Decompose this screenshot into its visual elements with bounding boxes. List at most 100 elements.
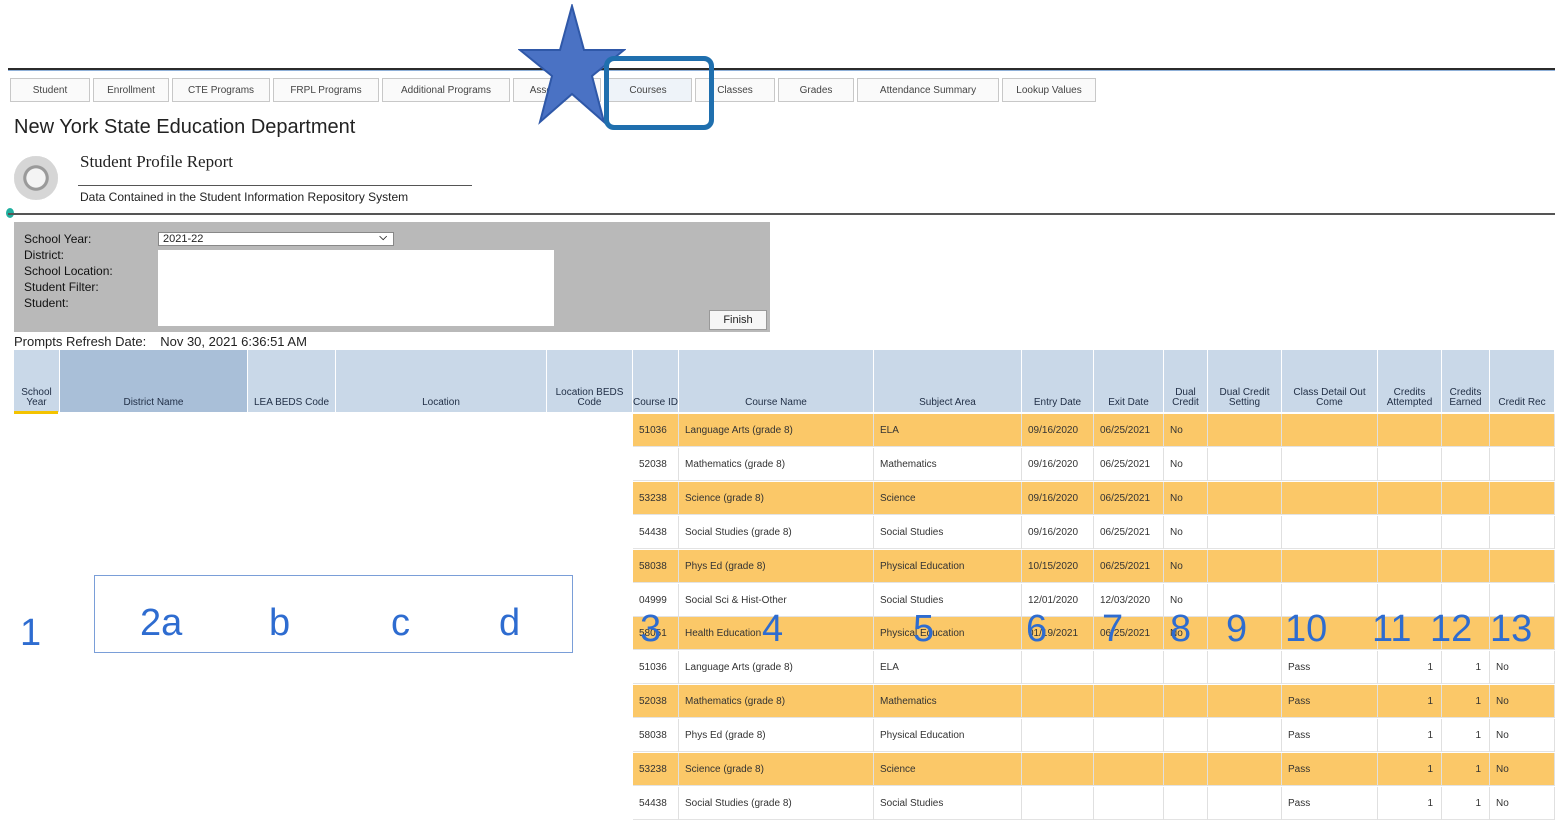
cell-credit-rec bbox=[1490, 515, 1555, 549]
cell-course-name: Language Arts (grade 8) bbox=[679, 414, 874, 447]
col-credits-attempted[interactable]: Credits Attempted bbox=[1378, 350, 1442, 412]
district-label: District: bbox=[24, 248, 64, 262]
cell-dual-credit: No bbox=[1164, 481, 1208, 515]
table-row[interactable]: 53238 Science (grade 8) Science Pass 1 1 No bbox=[633, 753, 1555, 786]
section-divider bbox=[8, 213, 1555, 215]
col-credits-earned[interactable]: Credits Earned bbox=[1442, 350, 1490, 412]
school-year-label: School Year: bbox=[24, 232, 92, 246]
tab-cte-programs[interactable]: CTE Programs bbox=[172, 78, 270, 102]
report-title-rule bbox=[78, 185, 472, 186]
cell-credit-rec bbox=[1490, 414, 1555, 447]
cell-exit-date: 06/25/2021 bbox=[1094, 481, 1164, 515]
annotation-9: 9 bbox=[1226, 608, 1248, 650]
cell-course-id: 58038 bbox=[633, 719, 679, 753]
col-dual-credit[interactable]: Dual Credit bbox=[1164, 350, 1208, 412]
col-entry-date[interactable]: Entry Date bbox=[1022, 350, 1094, 412]
tab-enrollment[interactable]: Enrollment bbox=[93, 78, 169, 102]
table-row[interactable]: 51036 Language Arts (grade 8) ELA Pass 1 1 No bbox=[633, 651, 1555, 685]
col-exit-date[interactable]: Exit Date bbox=[1094, 350, 1164, 412]
cell-outcome bbox=[1282, 447, 1378, 481]
cell-credit-rec: No bbox=[1490, 786, 1555, 820]
cell-subject-area: ELA bbox=[874, 651, 1022, 685]
cell-credit-rec bbox=[1490, 549, 1555, 583]
prompt-input-area[interactable] bbox=[158, 250, 554, 326]
tab-lookup-values[interactable]: Lookup Values bbox=[1002, 78, 1096, 102]
cell-course-name: Social Studies (grade 8) bbox=[679, 786, 874, 820]
cell-exit-date: 06/25/2021 bbox=[1094, 549, 1164, 583]
cell-course-name: Phys Ed (grade 8) bbox=[679, 549, 874, 583]
school-year-value: 2021-22 bbox=[163, 233, 204, 245]
cell-course-id: 51036 bbox=[633, 651, 679, 685]
col-credit-rec[interactable]: Credit Rec bbox=[1490, 350, 1555, 412]
table-row[interactable]: 58038 Phys Ed (grade 8) Physical Education… bbox=[633, 719, 1555, 753]
finish-button[interactable]: Finish bbox=[709, 310, 767, 330]
cell-subject-area: Social Studies bbox=[874, 515, 1022, 549]
cell-dual-credit-setting bbox=[1208, 685, 1282, 719]
table-row[interactable]: 54438 Social Studies (grade 8) Social Stud… bbox=[633, 515, 1555, 549]
cell-exit-date: 06/25/2021 bbox=[1094, 515, 1164, 549]
cell-dual-credit: No bbox=[1164, 515, 1208, 549]
cell-entry-date: 09/16/2020 bbox=[1022, 515, 1094, 549]
col-district-name[interactable]: District Name bbox=[60, 350, 248, 412]
cell-credits-attempted bbox=[1378, 447, 1442, 481]
cell-credits-attempted bbox=[1378, 515, 1442, 549]
cell-subject-area: Mathematics bbox=[874, 685, 1022, 719]
cell-dual-credit-setting bbox=[1208, 481, 1282, 515]
tab-grades[interactable]: Grades bbox=[778, 78, 854, 102]
table-row[interactable]: 58038 Phys Ed (grade 8) Physical Education… bbox=[633, 549, 1555, 583]
table-row[interactable]: 53238 Science (grade 8) Science 09/16/2020 0… bbox=[633, 481, 1555, 515]
col-course-id[interactable]: Course ID bbox=[633, 350, 679, 412]
cell-dual-credit: No bbox=[1164, 414, 1208, 447]
cell-credits-earned: 1 bbox=[1442, 719, 1490, 753]
cell-credits-earned: 1 bbox=[1442, 786, 1490, 820]
school-year-select[interactable]: 2021-22 ⌵ bbox=[158, 232, 394, 246]
cell-entry-date bbox=[1022, 786, 1094, 820]
cell-subject-area: Science bbox=[874, 481, 1022, 515]
table-row[interactable]: 51036 Language Arts (grade 8) ELA 09/16/202… bbox=[633, 414, 1555, 447]
cell-dual-credit-setting bbox=[1208, 753, 1282, 786]
col-course-name[interactable]: Course Name bbox=[679, 350, 874, 412]
cell-outcome bbox=[1282, 481, 1378, 515]
cell-subject-area: Social Studies bbox=[874, 583, 1022, 617]
table-row[interactable]: 54438 Social Studies (grade 8) Social Stud… bbox=[633, 786, 1555, 820]
col-school-year[interactable]: School Year bbox=[14, 350, 60, 412]
table-row[interactable]: 52038 Mathematics (grade 8) Mathematics Pas… bbox=[633, 685, 1555, 719]
col-dual-credit-setting[interactable]: Dual Credit Setting bbox=[1208, 350, 1282, 412]
cell-course-name: Science (grade 8) bbox=[679, 481, 874, 515]
tab-additional-programs[interactable]: Additional Programs bbox=[382, 78, 510, 102]
sort-indicator bbox=[14, 411, 58, 414]
cell-course-name: Mathematics (grade 8) bbox=[679, 447, 874, 481]
tab-attendance-summary[interactable]: Attendance Summary bbox=[857, 78, 999, 102]
cell-credit-rec: No bbox=[1490, 753, 1555, 786]
col-lea-beds-code[interactable]: LEA BEDS Code bbox=[248, 350, 336, 412]
annotation-d: d bbox=[499, 602, 521, 644]
cell-exit-date bbox=[1094, 651, 1164, 685]
col-subject-area[interactable]: Subject Area bbox=[874, 350, 1022, 412]
cell-exit-date: 06/25/2021 bbox=[1094, 414, 1164, 447]
cell-dual-credit: No bbox=[1164, 549, 1208, 583]
col-class-detail-outcome[interactable]: Class Detail Out Come bbox=[1282, 350, 1378, 412]
cell-course-id: 58038 bbox=[633, 549, 679, 583]
cell-credits-earned: 1 bbox=[1442, 651, 1490, 685]
annotation-6: 6 bbox=[1026, 608, 1048, 650]
cell-entry-date: 09/16/2020 bbox=[1022, 447, 1094, 481]
annotation-10: 10 bbox=[1285, 608, 1328, 650]
cell-course-name: Mathematics (grade 8) bbox=[679, 685, 874, 719]
table-row[interactable]: 52038 Mathematics (grade 8) Mathematics 09/… bbox=[633, 447, 1555, 481]
col-location-beds-code[interactable]: Location BEDS Code bbox=[547, 350, 633, 412]
col-location[interactable]: Location bbox=[336, 350, 547, 412]
student-filter-label: Student Filter: bbox=[24, 280, 99, 294]
tab-student[interactable]: Student bbox=[10, 78, 90, 102]
org-title: New York State Education Department bbox=[14, 116, 356, 138]
state-seal-icon bbox=[14, 156, 58, 200]
tab-frpl-programs[interactable]: FRPL Programs bbox=[273, 78, 379, 102]
cell-credit-rec: No bbox=[1490, 719, 1555, 753]
cell-credit-rec bbox=[1490, 481, 1555, 515]
cell-dual-credit-setting bbox=[1208, 651, 1282, 685]
cell-entry-date: 09/16/2020 bbox=[1022, 481, 1094, 515]
annotation-5: 5 bbox=[913, 608, 935, 650]
cell-entry-date bbox=[1022, 753, 1094, 786]
cell-dual-credit-setting bbox=[1208, 786, 1282, 820]
prompt-panel: School Year: 2021-22 ⌵ District: School … bbox=[14, 222, 770, 332]
cell-dual-credit bbox=[1164, 719, 1208, 753]
